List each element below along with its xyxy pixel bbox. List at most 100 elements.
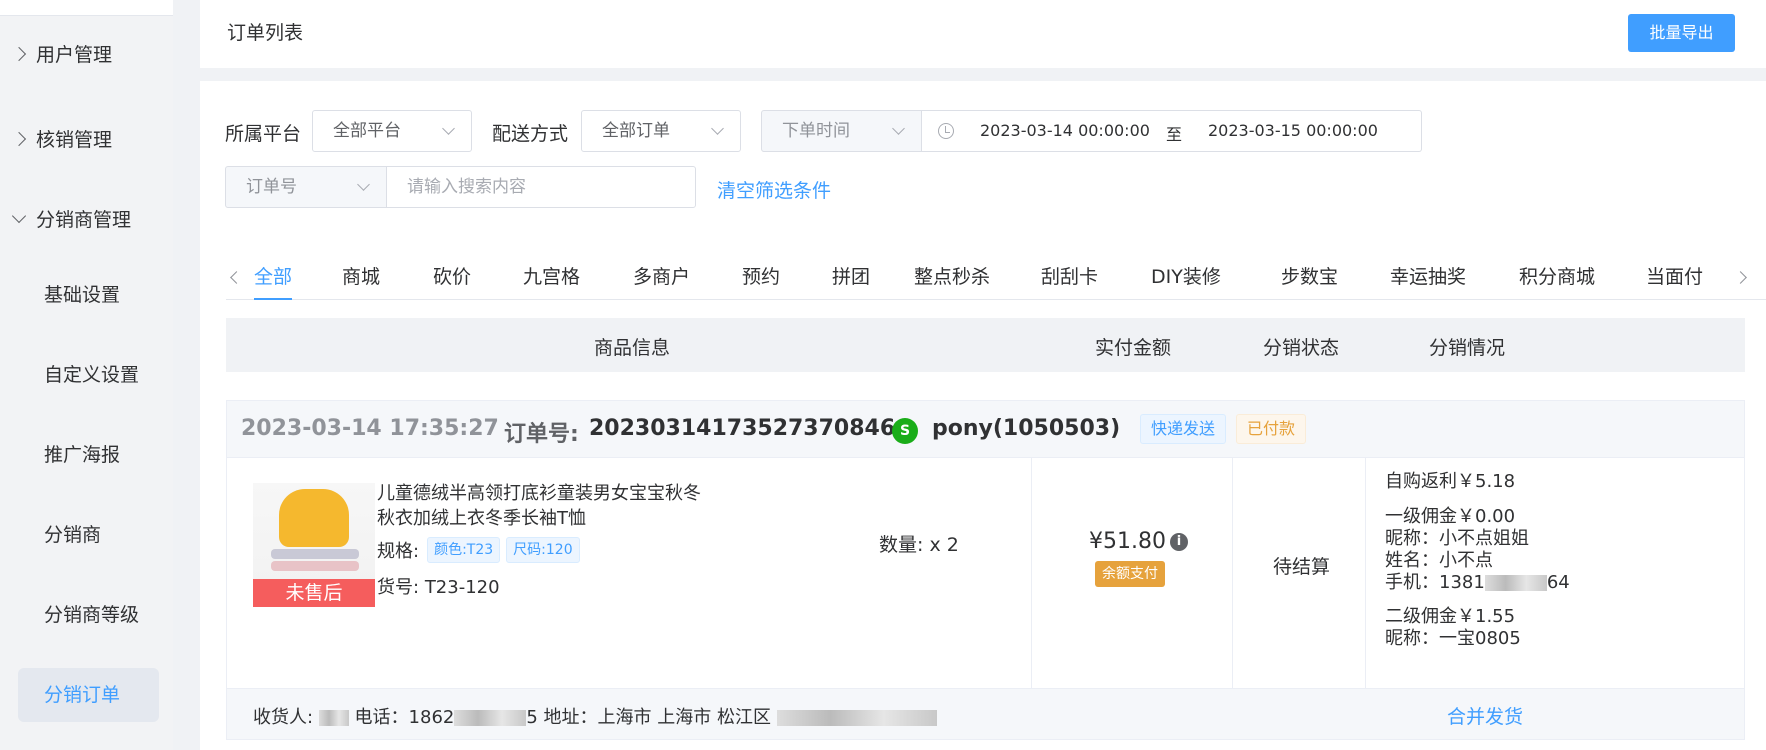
order-card: 2023-03-14 17:35:27 订单号: 202303141735273… xyxy=(226,400,1745,740)
wechat-miniprogram-icon: S xyxy=(892,418,918,444)
product-image-fold xyxy=(271,549,359,559)
sidebar-item-basic-settings[interactable]: 基础设置 xyxy=(18,268,159,322)
after-sale-badge: 未售后 xyxy=(253,579,375,607)
sidebar-group-label: 核销管理 xyxy=(36,129,113,151)
time-type-select[interactable]: 下单时间 xyxy=(761,110,922,152)
address-label: 地址：上海市 上海市 松江区 xyxy=(543,707,771,728)
receiver-info: 收货人: 电话：1862 5 地址：上海市 上海市 松江区 xyxy=(253,703,937,729)
spec-label: 规格: xyxy=(377,541,420,562)
paid-amount: ¥51.80 i xyxy=(1089,529,1188,554)
delivery-tag: 快递发送 xyxy=(1140,414,1227,444)
quantity-value: x 2 xyxy=(929,534,959,556)
sidebar-item-promo-poster[interactable]: 推广海报 xyxy=(18,428,159,482)
product-title[interactable]: 儿童德绒半高领打底衫童装男女宝宝秋冬秋衣加绒上衣冬季长袖T恤 xyxy=(377,481,707,531)
sidebar: 用户管理 核销管理 分销商管理 基础设置 自定义设置 推广海报 分销商 分销商等… xyxy=(0,0,173,750)
chevron-left-icon[interactable] xyxy=(230,271,243,284)
level1-phone: 手机：1381 64 xyxy=(1385,568,1570,594)
platform-select-value: 全部平台 xyxy=(333,121,401,141)
cell-divider xyxy=(1365,458,1366,688)
active-tab-indicator xyxy=(254,298,292,300)
chevron-down-icon xyxy=(442,122,455,135)
search-type-value: 订单号 xyxy=(246,177,297,197)
sidebar-item-distributors[interactable]: 分销商 xyxy=(18,508,159,562)
chevron-down-icon xyxy=(892,122,905,135)
tab-reservation[interactable]: 预约 xyxy=(742,262,780,289)
tab-scratch-card[interactable]: 刮刮卡 xyxy=(1041,262,1098,289)
sidebar-item-distribution-orders[interactable]: 分销订单 xyxy=(18,668,159,722)
masked-text xyxy=(454,710,527,726)
sidebar-group-label: 用户管理 xyxy=(36,44,113,66)
chevron-right-icon[interactable] xyxy=(1734,271,1747,284)
sidebar-group-label: 分销商管理 xyxy=(36,209,132,231)
sku-value: T23-120 xyxy=(424,577,500,598)
tab-group-buy[interactable]: 拼团 xyxy=(832,262,870,289)
order-header: 2023-03-14 17:35:27 订单号: 202303141735273… xyxy=(227,401,1744,458)
tab-points-mall[interactable]: 积分商城 xyxy=(1519,262,1595,289)
phone-suffix: 5 xyxy=(526,707,538,728)
product-image-shirt xyxy=(279,489,349,547)
order-number-label: 订单号: xyxy=(504,422,579,447)
tab-lucky-draw[interactable]: 幸运抽奖 xyxy=(1390,262,1466,289)
phone-suffix: 64 xyxy=(1546,572,1570,593)
order-footer: 收货人: 电话：1862 5 地址：上海市 上海市 松江区 合并发货 xyxy=(227,688,1744,739)
chevron-right-icon xyxy=(11,131,27,146)
column-header-amount: 实付金额 xyxy=(1095,337,1172,359)
masked-text xyxy=(1484,575,1547,591)
search-input[interactable]: 请输入搜索内容 xyxy=(386,166,696,208)
delivery-select-value: 全部订单 xyxy=(602,121,670,141)
tab-multi-merchant[interactable]: 多商户 xyxy=(633,262,690,289)
delivery-label: 配送方式 xyxy=(492,123,569,145)
batch-export-button[interactable]: 批量导出 xyxy=(1628,14,1735,52)
date-start: 2023-03-14 00:00:00 xyxy=(980,121,1150,140)
chevron-right-icon xyxy=(11,46,27,61)
tab-all[interactable]: 全部 xyxy=(254,262,292,289)
header-card: 订单列表 批量导出 xyxy=(200,0,1766,68)
date-range-picker[interactable]: 2023-03-14 00:00:00 至 2023-03-15 00:00:0… xyxy=(922,110,1422,152)
tab-face-pay[interactable]: 当面付 xyxy=(1646,262,1708,289)
clear-filters-link[interactable]: 清空筛选条件 xyxy=(717,176,831,203)
sidebar-group-verification[interactable]: 核销管理 xyxy=(11,125,113,152)
platform-label: 所属平台 xyxy=(225,123,302,145)
delivery-select[interactable]: 全部订单 xyxy=(581,110,741,152)
info-icon[interactable]: i xyxy=(1169,532,1188,551)
level2-nickname: 昵称：一宝0805 xyxy=(1385,628,1521,649)
cell-divider xyxy=(1031,458,1032,688)
chevron-down-icon xyxy=(711,122,724,135)
product-image-fold xyxy=(271,561,359,571)
cell-divider xyxy=(1232,458,1233,688)
tab-nine-grid[interactable]: 九宫格 xyxy=(523,262,580,289)
spec-size-tag: 尺码:120 xyxy=(506,537,580,563)
tab-flash-sale[interactable]: 整点秒杀 xyxy=(914,262,990,289)
sidebar-group-distributor[interactable]: 分销商管理 xyxy=(11,205,132,232)
sidebar-group-user-management[interactable]: 用户管理 xyxy=(11,40,113,67)
search-type-select[interactable]: 订单号 xyxy=(225,166,387,208)
tab-diy-decoration[interactable]: DIY装修 xyxy=(1151,262,1221,289)
sidebar-item-distributor-levels[interactable]: 分销商等级 xyxy=(18,588,159,642)
tab-mall[interactable]: 商城 xyxy=(342,262,380,289)
column-header-product: 商品信息 xyxy=(594,337,671,359)
chevron-down-icon xyxy=(357,178,370,191)
column-header-dist-detail: 分销情况 xyxy=(1429,337,1506,359)
pay-method-tag: 余额支付 xyxy=(1095,561,1165,587)
product-thumbnail[interactable]: 未售后 xyxy=(253,483,375,607)
order-time: 2023-03-14 17:35:27 xyxy=(241,416,499,441)
merge-ship-link[interactable]: 合并发货 xyxy=(1447,702,1523,729)
order-type-tabs: 全部 商城 砍价 九宫格 多商户 预约 拼团 整点秒杀 刮刮卡 DIY装修 步数… xyxy=(226,258,1766,300)
amount-value: ¥51.80 xyxy=(1089,529,1166,554)
table-header: 商品信息 实付金额 分销状态 分销情况 xyxy=(226,318,1745,372)
platform-select[interactable]: 全部平台 xyxy=(312,110,472,152)
order-user: pony(1050503) xyxy=(932,416,1121,441)
tab-bargain[interactable]: 砍价 xyxy=(433,262,471,289)
time-type-value: 下单时间 xyxy=(782,121,850,141)
masked-text xyxy=(776,710,937,726)
phone-prefix: 手机：1381 xyxy=(1385,572,1485,593)
quantity-label: 数量: xyxy=(879,534,924,556)
product-spec: 规格: 颜色:T23 尺码:120 xyxy=(377,537,580,563)
page-title: 订单列表 xyxy=(227,22,304,44)
masked-text xyxy=(318,710,349,726)
tab-step-treasure[interactable]: 步数宝 xyxy=(1281,262,1338,289)
date-separator: 至 xyxy=(1166,125,1183,144)
chevron-down-icon xyxy=(11,208,27,223)
phone-label: 电话：1862 xyxy=(354,707,455,728)
sidebar-item-custom-settings[interactable]: 自定义设置 xyxy=(18,348,159,402)
